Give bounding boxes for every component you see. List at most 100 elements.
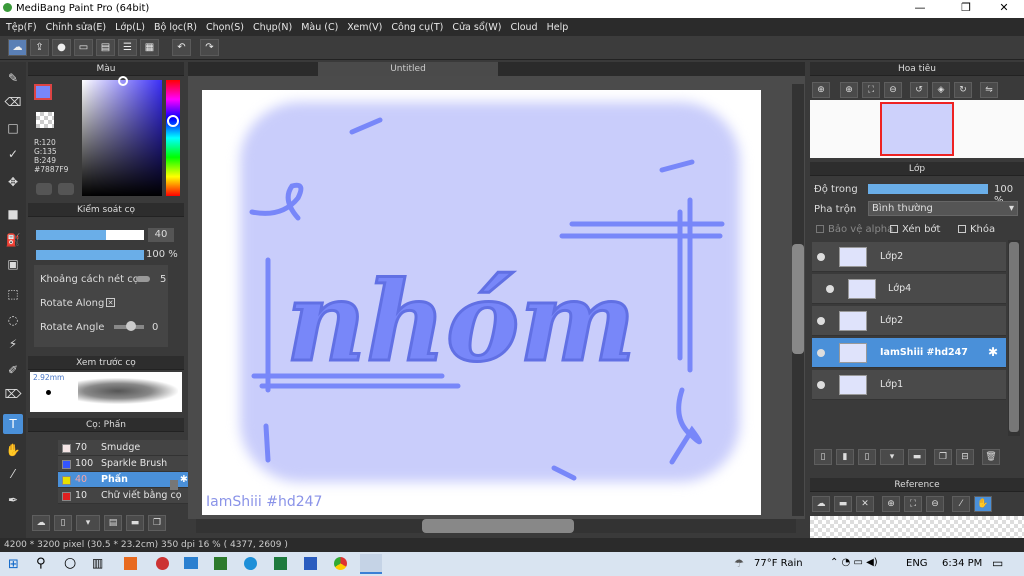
brush-cloud-icon[interactable]: ☁ (32, 515, 50, 531)
eraser-tool-icon[interactable]: ⌫ (3, 92, 23, 112)
reference-close-icon[interactable]: ✕ (856, 496, 874, 512)
maximize-icon[interactable]: ❐ (952, 1, 980, 14)
weather-text[interactable]: 77°F Rain (754, 558, 803, 569)
menu-view[interactable]: Xem(V) (347, 22, 391, 33)
rotate-along-checkbox[interactable]: ✕ (106, 298, 115, 307)
new-layer-2-icon[interactable]: ▮ (836, 449, 854, 465)
layer-row[interactable]: Lớp4 (812, 274, 1006, 304)
edge-icon[interactable] (244, 557, 257, 570)
eye-icon[interactable] (817, 253, 825, 261)
word-icon[interactable] (304, 557, 317, 570)
task-view-icon[interactable]: ○ (64, 555, 76, 571)
pen-tool-icon[interactable]: ✒ (3, 490, 23, 510)
grid-icon[interactable]: ▦ (140, 39, 159, 56)
reference-fit-icon[interactable]: ⛶ (904, 496, 922, 512)
add-layer-dropdown-icon[interactable]: ▾ (880, 449, 904, 465)
protect-alpha-checkbox[interactable] (816, 225, 824, 233)
eyedropper-tool-icon[interactable]: ⁄ (3, 464, 23, 484)
navigator-thumbnail[interactable] (880, 102, 954, 156)
bucket-tool-icon[interactable]: ⛽ (3, 230, 23, 250)
select-pen-tool-icon[interactable]: ✐ (3, 360, 23, 380)
brush-size-slider[interactable] (36, 230, 144, 240)
menu-edit[interactable]: Chỉnh sửa(E) (46, 22, 116, 33)
foreground-color-swatch[interactable] (34, 84, 52, 100)
magic-wand-tool-icon[interactable]: ⚡ (3, 334, 23, 354)
reference-hand-icon[interactable]: ✋ (974, 496, 992, 512)
brush-properties-icon[interactable]: ▤ (104, 515, 122, 531)
tray-icons[interactable]: ⌃ ◔ ▭ ◀) (830, 557, 878, 568)
new-layer-icon[interactable]: ▯ (814, 449, 832, 465)
redo-icon[interactable]: ↷ (200, 39, 219, 56)
upload-icon[interactable]: ⇪ (30, 39, 49, 56)
rotate-left-icon[interactable]: ↺ (910, 82, 928, 98)
document-icon[interactable]: ▤ (96, 39, 115, 56)
layer-folder-icon[interactable]: ▬ (908, 449, 926, 465)
move-tool-icon[interactable]: ✥ (3, 172, 23, 192)
menu-layer[interactable]: Lớp(L) (115, 22, 154, 33)
brush-item-calligraphy[interactable]: 10 Chữ viết bằng cọ (58, 488, 194, 504)
taskbar-app-4-icon[interactable] (184, 557, 198, 569)
menu-filter[interactable]: Bộ lọc(R) (154, 22, 206, 33)
language-indicator[interactable]: ENG (906, 558, 928, 569)
reference-zoom-out-icon[interactable]: ⊖ (926, 496, 944, 512)
select-eraser-tool-icon[interactable]: ⌦ (3, 384, 23, 404)
menu-window[interactable]: Cửa sổ(W) (452, 22, 510, 33)
gradient-tool-icon[interactable]: ▣ (3, 254, 23, 274)
hue-slider-handle[interactable] (167, 115, 179, 127)
chrome-icon[interactable] (334, 557, 347, 570)
reference-eyedropper-icon[interactable]: ⁄ (952, 496, 970, 512)
eye-icon[interactable] (817, 317, 825, 325)
layer-row[interactable]: Lớp2 (812, 306, 1006, 336)
cloud-icon[interactable]: ☁ (8, 39, 27, 56)
brush-list-scrollbar[interactable] (170, 480, 178, 490)
rotate-angle-handle[interactable] (126, 321, 136, 331)
zoom-in-icon[interactable]: ⊕ (812, 82, 830, 98)
brush-size-value[interactable]: 40 (148, 228, 174, 242)
flip-icon[interactable]: ⇋ (980, 82, 998, 98)
rectangle-tool-icon[interactable]: □ (3, 118, 23, 138)
menu-cloud[interactable]: Cloud (510, 22, 546, 33)
eye-icon[interactable] (817, 349, 825, 357)
taskbar-app-1-icon[interactable]: ▥ (92, 556, 103, 570)
canvas-vertical-scrollbar[interactable] (792, 84, 804, 516)
undo-icon[interactable]: ↶ (172, 39, 191, 56)
new-layer-3-icon[interactable]: ▯ (858, 449, 876, 465)
brush-item-smudge[interactable]: 70 Smudge (58, 440, 194, 456)
reference-cloud-icon[interactable]: ☁ (812, 496, 830, 512)
clock[interactable]: 6:34 PM (942, 558, 982, 569)
palette-settings-icon[interactable] (58, 183, 74, 195)
transparent-color-swatch[interactable] (36, 112, 54, 128)
text-tool-icon[interactable]: T (3, 414, 23, 434)
merge-layer-icon[interactable]: ⊟ (956, 449, 974, 465)
reference-zoom-in-icon[interactable]: ⊕ (882, 496, 900, 512)
saturation-value-picker[interactable] (82, 80, 162, 196)
eye-icon[interactable] (826, 285, 834, 293)
menu-help[interactable]: Help (547, 22, 578, 33)
zoom-in-2-icon[interactable]: ⊕ (840, 82, 858, 98)
fit-icon[interactable]: ⛶ (862, 82, 880, 98)
medibang-taskbar-icon[interactable] (360, 554, 382, 574)
duplicate-brush-icon[interactable]: ❐ (148, 515, 166, 531)
hue-slider[interactable] (166, 80, 180, 196)
taskbar-app-2-icon[interactable] (124, 557, 137, 570)
menu-tools[interactable]: Công cụ(T) (391, 22, 452, 33)
add-brush-icon[interactable]: ▾ (76, 515, 100, 531)
comment-icon[interactable]: ▭ (74, 39, 93, 56)
drawing-canvas[interactable]: nhóm IamShiii #hd247 (202, 90, 761, 515)
layer-row-selected[interactable]: IamShiii #hd247 ✱ (812, 338, 1006, 368)
list-icon[interactable]: ☰ (118, 39, 137, 56)
menu-file[interactable]: Tệp(F) (6, 22, 46, 33)
gear-icon[interactable]: ✱ (180, 472, 188, 488)
brush-opacity-slider[interactable] (36, 250, 144, 260)
minimize-icon[interactable]: — (906, 1, 934, 14)
brush-tool-icon[interactable]: ✎ (3, 68, 23, 88)
layer-row[interactable]: Lớp1 (812, 370, 1006, 400)
dot-tool-icon[interactable]: ✓ (3, 144, 23, 164)
palette-icon[interactable] (36, 183, 52, 195)
eye-icon[interactable] (817, 381, 825, 389)
lock-checkbox[interactable] (958, 225, 966, 233)
excel-icon[interactable] (274, 557, 287, 570)
spacing-slider[interactable] (136, 276, 150, 282)
document-tab[interactable]: Untitled (318, 62, 498, 76)
fill-rect-tool-icon[interactable]: ■ (3, 204, 23, 224)
